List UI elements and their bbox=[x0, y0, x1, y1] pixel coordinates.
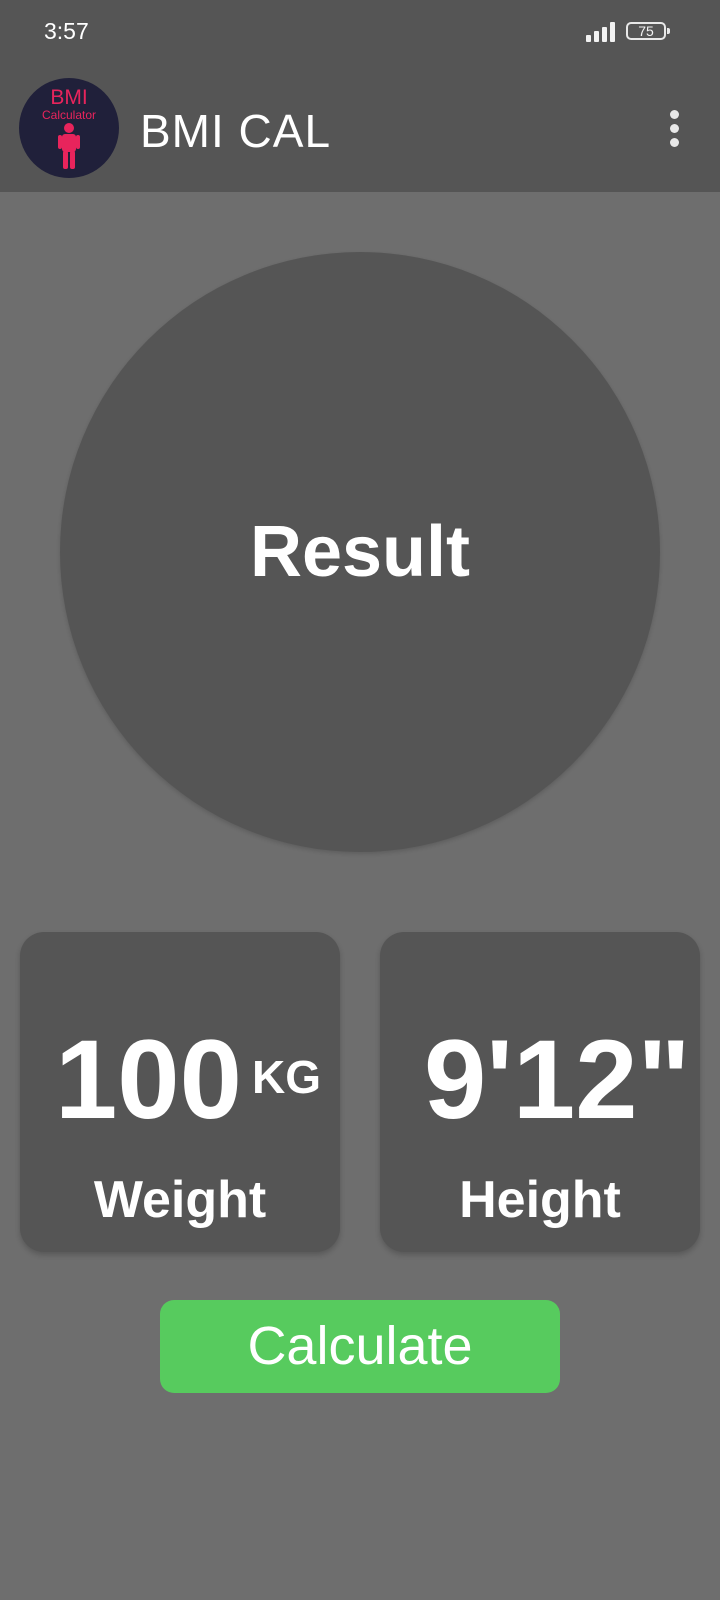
logo-subtitle: Calculator bbox=[41, 108, 97, 122]
battery-level: 75 bbox=[638, 23, 654, 39]
app-bar: BMI Calculator BMI CAL bbox=[0, 62, 720, 192]
calculate-button[interactable]: Calculate bbox=[160, 1300, 560, 1393]
weight-unit: KG bbox=[252, 1051, 321, 1103]
height-label: Height bbox=[459, 1171, 621, 1229]
weight-label: Weight bbox=[93, 1171, 267, 1229]
weight-card[interactable]: 100 KG Weight bbox=[20, 932, 340, 1252]
result-label: Result bbox=[249, 512, 471, 592]
overflow-menu-icon[interactable] bbox=[660, 110, 690, 150]
signal-icon bbox=[586, 22, 618, 42]
logo-title: BMI bbox=[50, 86, 88, 109]
app-title: BMI CAL bbox=[140, 105, 332, 157]
status-time: 3:57 bbox=[44, 18, 89, 44]
height-card[interactable]: 9'12" Height bbox=[380, 932, 700, 1252]
person-icon bbox=[58, 123, 80, 169]
height-value: 9'12" bbox=[424, 1017, 691, 1142]
status-bar: 3:57 75 bbox=[0, 0, 720, 62]
battery-icon: 75 bbox=[626, 22, 670, 40]
weight-value: 100 bbox=[55, 1017, 242, 1142]
app-logo: BMI Calculator bbox=[19, 78, 119, 178]
result-circle: Result bbox=[60, 252, 660, 852]
